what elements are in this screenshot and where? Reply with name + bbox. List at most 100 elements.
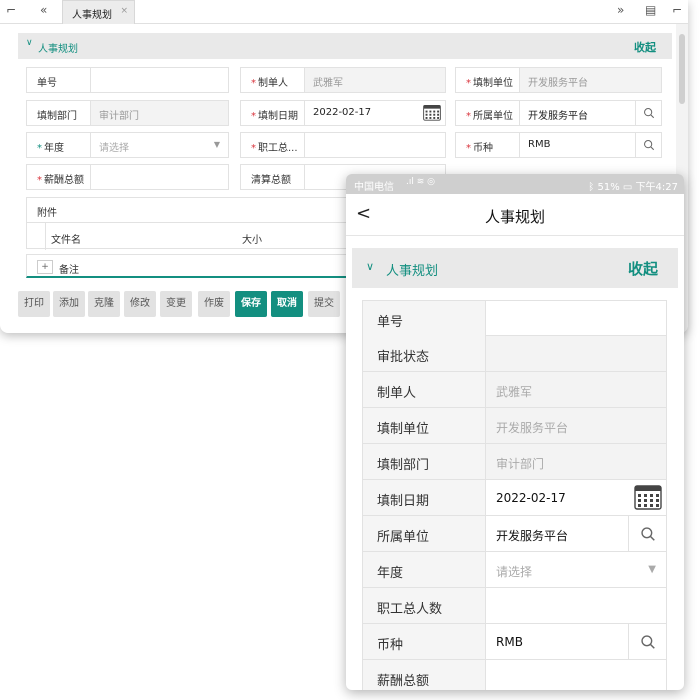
mobile-form-row[interactable]: *职工总人数 [362,588,667,624]
mobile-form-row[interactable]: *填制日期2022-02-17 [362,480,667,516]
field-label: 年度 [363,552,486,587]
field-label: * 制单人 [241,68,305,92]
form-field[interactable]: * 所属单位 开发服务平台 [455,100,662,126]
field-label: 清算总额 [241,165,305,189]
mobile-form-row[interactable]: *填制单位开发服务平台 [362,408,667,444]
attachment-panel: 附件 文件名 大小 [26,197,356,250]
field-value[interactable] [486,588,666,623]
field-value[interactable] [305,133,445,157]
nav-bar: < 人事规划 [346,194,684,236]
note-label: 备注 [59,265,79,276]
field-label: 制单人 [363,372,486,407]
expand-plus-button[interactable]: + [37,260,53,274]
form-field[interactable]: 单号 [26,67,229,93]
toolbar-button[interactable]: 变更 [160,291,192,317]
field-value[interactable] [486,336,666,371]
search-icon[interactable] [628,624,666,659]
mobile-form-row[interactable]: *币种RMB [362,624,667,660]
mobile-form-row[interactable]: *制单人武雅军 [362,372,667,408]
field-value[interactable]: 武雅军 [486,372,666,407]
form-field[interactable]: * 年度 请选择 ▼ [26,132,229,158]
chevron-down-icon[interactable]: ▼ [648,564,656,575]
field-value[interactable] [91,165,228,189]
search-icon[interactable] [635,101,661,125]
calendar-icon[interactable] [634,484,662,510]
section-title: 人事规划 [38,44,78,55]
corner-icon[interactable]: ⌐ [6,3,16,17]
field-value[interactable]: 审计部门 [486,444,666,479]
field-label: 单号 [27,68,91,92]
battery-label: 51% [597,182,620,193]
more-icon[interactable]: ⌐ [672,3,682,17]
field-label: * 年度 [27,133,91,157]
calendar-icon[interactable] [423,104,441,121]
field-value[interactable]: 开发服务平台 [520,68,661,92]
tab-bar: ⌐ « 人事规划 × » ▤ ⌐ [0,0,688,24]
field-label: * 所属单位 [456,101,520,125]
form-field[interactable]: * 薪酬总额 [26,164,229,190]
field-value[interactable]: 审计部门 [91,101,228,125]
section-header[interactable]: ∨ 人事规划 收起 [352,248,678,288]
toolbar-button[interactable]: 提交 [308,291,340,317]
field-value[interactable]: 请选择 [91,133,228,157]
close-icon[interactable]: × [120,6,128,16]
toolbar-button[interactable]: 添加 [53,291,85,317]
form-field[interactable]: * 币种 RMB [455,132,662,158]
section-header[interactable]: ∨ 人事规划 收起 [18,33,672,59]
form-field[interactable]: 填制部门 审计部门 [26,100,229,126]
column-size: 大小 [242,235,262,246]
note-row: + 备注 [26,254,356,278]
field-label: 薪酬总额 [363,660,486,690]
signal-icon: .ıl ≋ ◎ [406,177,435,187]
field-label: 职工总人数 [363,588,486,623]
toolbar-button[interactable]: 打印 [18,291,50,317]
tab-label: 人事规划 [72,10,112,21]
mobile-form-row[interactable]: *薪酬总额 [362,660,667,690]
field-label: 填制部门 [363,444,486,479]
attachment-title: 附件 [37,208,57,219]
battery-icon: ▭ [622,182,633,193]
toolbar-button[interactable]: 保存 [235,291,267,317]
field-label: 审批状态 [363,336,486,371]
double-chevron-left-icon[interactable]: « [40,3,47,17]
field-label: * 币种 [456,133,520,157]
mobile-form-row[interactable]: 审批状态 [362,336,667,372]
field-value[interactable]: 请选择 [486,552,666,587]
status-bar: 中国电信 .ıl ≋ ◎ ᛒ 51% ▭ 下午4:27 [346,174,684,194]
section-title: 人事规划 [386,264,439,279]
tab-hr-plan[interactable]: 人事规划 × [62,0,135,24]
field-value[interactable] [486,301,666,336]
toolbar-button[interactable]: 修改 [124,291,156,317]
chevron-down-icon[interactable]: ▼ [214,140,220,149]
form-field[interactable]: * 填制日期 2022-02-17 [240,100,446,126]
field-label: * 填制日期 [241,101,305,125]
column-filename: 文件名 [51,235,81,246]
mobile-form-row[interactable]: *年度请选择▼ [362,552,667,588]
attachment-table-header: 文件名 大小 [27,222,355,250]
field-value[interactable]: 武雅军 [305,68,445,92]
field-label: * 填制单位 [456,68,520,92]
search-icon[interactable] [635,133,661,157]
toolbar-button[interactable]: 作废 [198,291,230,317]
mobile-form-row[interactable]: 单号 [362,300,667,336]
field-label: 所属单位 [363,516,486,551]
chevron-down-icon: ∨ [366,260,375,273]
mobile-form-row[interactable]: 填制部门 审计部门 [362,444,667,480]
form-field[interactable]: * 制单人 武雅军 [240,67,446,93]
toolbar-button[interactable]: 克隆 [88,291,120,317]
field-value[interactable] [486,660,666,690]
search-icon[interactable] [628,516,666,551]
form-field[interactable]: * 填制单位 开发服务平台 [455,67,662,93]
toolbar-button[interactable]: 取消 [271,291,303,317]
collapse-button[interactable]: 收起 [628,258,658,279]
calendar-icon[interactable]: ▤ [645,3,656,17]
double-chevron-right-icon[interactable]: » [617,3,624,17]
page-title: 人事规划 [484,208,545,226]
field-value[interactable]: 开发服务平台 [486,408,666,443]
field-label: 填制单位 [363,408,486,443]
field-label: 填制部门 [27,101,91,125]
collapse-button[interactable]: 收起 [634,39,656,55]
mobile-form-row[interactable]: *所属单位开发服务平台 [362,516,667,552]
field-value[interactable] [91,68,228,92]
form-field[interactable]: * 职工总... [240,132,446,158]
